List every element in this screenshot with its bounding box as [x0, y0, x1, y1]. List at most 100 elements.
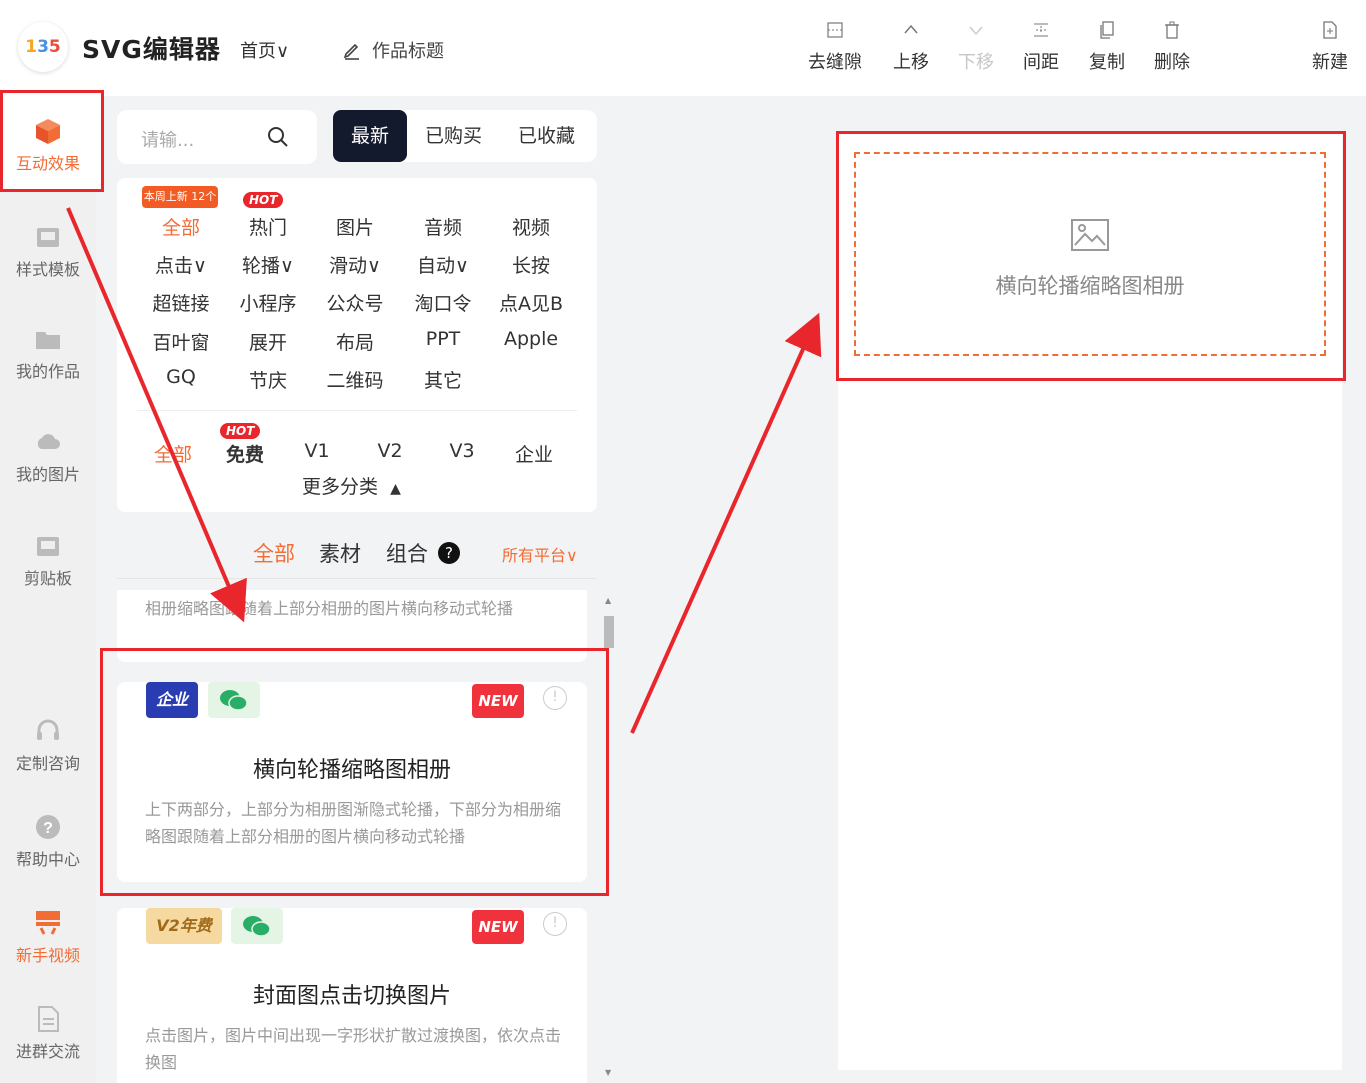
effect-card[interactable]: V2年费 NEW ! 封面图点击切换图片 点击图片，图片中间出现一字形状扩散过渡… [117, 908, 587, 1083]
clipboard-icon [37, 537, 59, 556]
scroll-down-icon[interactable]: ▼ [605, 1068, 611, 1077]
document-icon [38, 1006, 59, 1032]
pencil-icon [343, 43, 359, 60]
tab-content-material[interactable]: 素材 [319, 538, 361, 568]
rail-label: 进群交流 [15, 1042, 80, 1061]
new-label: 新建 [1312, 52, 1348, 73]
category-layout[interactable]: 布局 [311, 328, 399, 355]
tab-purchased[interactable]: 已购买 [407, 110, 500, 162]
category-official-account[interactable]: 公众号 [311, 289, 399, 316]
template-icon [37, 228, 59, 247]
search-icon[interactable] [267, 126, 289, 148]
tab-favorited[interactable]: 已收藏 [500, 110, 593, 162]
rail-item-my-images[interactable]: 我的图片 [0, 427, 96, 485]
category-slide[interactable]: 滑动∨ [311, 251, 399, 278]
effect-card-desc: 点击图片，图片中间出现一字形状扩散过渡换图，依次点击换图 [145, 1026, 562, 1072]
spacing-label: 间距 [1023, 52, 1059, 73]
category-taobao-code[interactable]: 淘口令 [399, 289, 487, 316]
gap-icon [827, 22, 843, 38]
rail-item-join-group[interactable]: 进群交流 [0, 1004, 96, 1062]
rail-item-custom-consulting[interactable]: 定制咨询 [0, 716, 96, 774]
rail-item-beginner-videos[interactable]: 新手视频 [0, 908, 96, 966]
category-mini-program[interactable]: 小程序 [224, 289, 312, 316]
category-hyperlink[interactable]: 超链接 [137, 289, 225, 316]
new-button[interactable]: 新建 [1312, 20, 1348, 74]
move-down-button[interactable]: 下移 [958, 20, 994, 74]
more-categories-label: 更多分类 [302, 476, 379, 498]
rail-label: 帮助中心 [15, 850, 80, 869]
rail-label: 我的作品 [15, 362, 80, 381]
search-input[interactable]: 请输... [117, 110, 317, 164]
arrow-down-icon [969, 26, 983, 36]
category-blinds[interactable]: 百叶窗 [137, 328, 225, 355]
move-up-label: 上移 [893, 52, 929, 73]
info-icon[interactable]: ! [543, 912, 567, 936]
new-this-week-badge: 本周上新 12个效果 [142, 186, 218, 208]
price-filter-enterprise[interactable]: 企业 [490, 440, 578, 467]
sort-segment: 最新 已购买 已收藏 [333, 110, 597, 162]
annotation-box [836, 131, 1346, 381]
home-menu[interactable]: 首页∨ [240, 37, 289, 63]
category-video[interactable]: 视频 [487, 213, 575, 240]
category-qrcode[interactable]: 二维码 [311, 366, 399, 393]
category-festival[interactable]: 节庆 [224, 366, 312, 393]
remove-gap-label: 去缝隙 [808, 52, 862, 73]
more-categories-toggle[interactable]: 更多分类 ▲ [302, 472, 401, 499]
delete-button[interactable]: 删除 [1154, 20, 1190, 74]
rail-item-style-templates[interactable]: 样式模板 [0, 222, 96, 280]
help-icon: ? [36, 815, 60, 839]
category-apple[interactable]: Apple [487, 328, 575, 350]
annotation-box [0, 90, 104, 192]
work-title-label: 作品标题 [372, 41, 444, 62]
rail-item-clipboard[interactable]: 剪贴板 [0, 531, 96, 589]
category-image[interactable]: 图片 [311, 213, 399, 240]
svg-text:?: ? [43, 820, 53, 837]
cloud-icon [37, 434, 60, 449]
app-brand: SVG编辑器 [82, 35, 221, 64]
rail-label: 样式模板 [15, 260, 80, 279]
platform-filter[interactable]: 所有平台∨ [502, 542, 578, 566]
hot-badge-free: HOT [220, 423, 261, 439]
category-hot[interactable]: 热门 [224, 213, 312, 240]
rail-label: 定制咨询 [15, 754, 80, 773]
rail-label: 我的图片 [15, 465, 80, 484]
category-other[interactable]: 其它 [399, 366, 487, 393]
effect-card-desc: 相册缩略图跟随着上部分相册的图片横向移动式轮播 [145, 599, 514, 618]
category-audio[interactable]: 音频 [399, 213, 487, 240]
category-click[interactable]: 点击∨ [137, 251, 225, 278]
work-title-field[interactable]: 作品标题 [342, 37, 444, 63]
category-expand[interactable]: 展开 [224, 328, 312, 355]
tab-content-all[interactable]: 全部 [253, 538, 295, 568]
copy-button[interactable]: 复制 [1089, 20, 1125, 74]
wechat-icon [231, 908, 283, 944]
category-long-press[interactable]: 长按 [487, 251, 575, 278]
logo-icon: 135 [18, 22, 68, 72]
rail-item-help-center[interactable]: ? 帮助中心 [0, 812, 96, 870]
category-carousel[interactable]: 轮播∨ [224, 251, 312, 278]
category-auto[interactable]: 自动∨ [399, 251, 487, 278]
top-bar: 135 SVG编辑器 首页∨ 作品标题 去缝隙 上移 下移 间距 复制 删除 新… [0, 0, 1366, 96]
annotation-arrow-2 [630, 312, 822, 734]
rail-label: 新手视频 [15, 946, 80, 965]
caret-up-icon: ▲ [390, 481, 401, 497]
v2-annual-tag: V2年费 [146, 908, 222, 944]
search-placeholder: 请输... [141, 130, 195, 151]
category-ppt[interactable]: PPT [399, 328, 487, 350]
scrollbar-thumb[interactable] [604, 616, 614, 648]
remove-gap-button[interactable]: 去缝隙 [808, 20, 862, 74]
tab-content-combo[interactable]: 组合 [386, 538, 428, 568]
scroll-up-icon[interactable]: ▲ [605, 596, 611, 605]
spacing-button[interactable]: 间距 [1023, 20, 1059, 74]
headset-icon [37, 719, 59, 740]
folder-icon [36, 332, 60, 349]
category-all[interactable]: 全部 [137, 213, 225, 240]
help-icon[interactable]: ? [438, 542, 460, 564]
category-gq[interactable]: GQ [137, 366, 225, 388]
rail-item-my-works[interactable]: 我的作品 [0, 324, 96, 382]
category-a-shows-b[interactable]: 点A见B [487, 289, 575, 316]
move-up-button[interactable]: 上移 [893, 20, 929, 74]
tab-latest[interactable]: 最新 [333, 110, 408, 162]
move-down-label: 下移 [958, 52, 994, 73]
arrow-up-icon [904, 24, 918, 34]
annotation-box [100, 648, 609, 896]
